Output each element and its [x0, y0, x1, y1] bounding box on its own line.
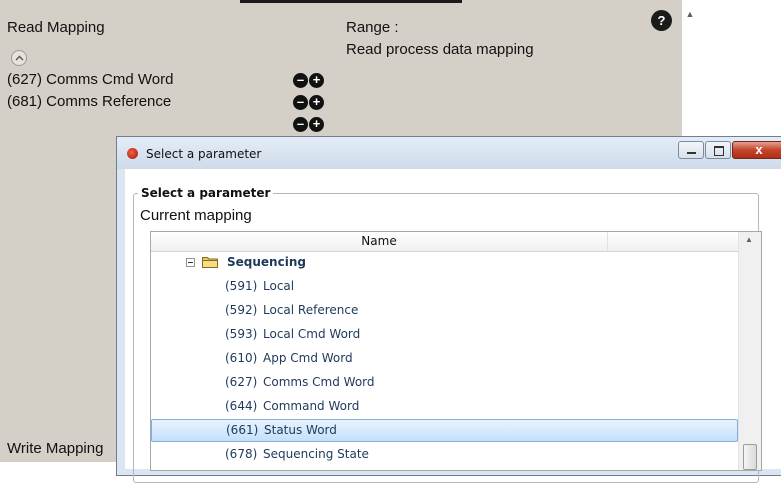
tree-folder-row[interactable]: Sequencing [151, 251, 738, 274]
app-icon [127, 148, 138, 159]
parameter-id: (678) [225, 447, 258, 461]
parameter-name: Command Word [263, 399, 360, 413]
minimize-button[interactable] [678, 141, 704, 159]
mapped-row-label: (681) Comms Reference [7, 93, 172, 110]
tree-item[interactable]: (627) Comms Cmd Word [151, 371, 738, 394]
panel-scroll-up-arrow[interactable]: ▲ [684, 8, 696, 20]
tree-item[interactable]: (610) App Cmd Word [151, 347, 738, 370]
minimize-icon [687, 152, 696, 154]
parameter-name: Status Word [264, 423, 337, 437]
add-row-button-plus-icon[interactable]: + [309, 73, 324, 88]
parameter-name: Local Cmd Word [263, 327, 361, 341]
parameter-name: Local [263, 279, 295, 293]
tree-scrollbar[interactable]: ▲ [738, 232, 761, 470]
dialog-title: Select a parameter [146, 147, 262, 161]
remove-row-button-minus-icon[interactable]: – [293, 95, 308, 110]
tree-item[interactable]: (644) Command Word [151, 395, 738, 418]
tree-item[interactable]: (678) Sequencing State [151, 443, 738, 466]
maximize-icon [714, 146, 724, 156]
parameter-name: Local Reference [263, 303, 359, 317]
folder-label: Sequencing [227, 255, 306, 269]
collapse-toggle-icon[interactable] [186, 258, 195, 267]
scroll-up-arrow-icon[interactable]: ▲ [745, 235, 753, 244]
column-header-name[interactable]: Name [151, 232, 608, 251]
current-mapping-label: Current mapping [140, 207, 252, 224]
collapse-chevron-up-icon[interactable] [11, 50, 27, 66]
tree-item[interactable]: (593) Local Cmd Word [151, 323, 738, 346]
write-mapping-title: Write Mapping [7, 440, 104, 457]
folder-icon [202, 257, 218, 268]
range-label: Range : [346, 19, 399, 36]
parameter-id: (644) [225, 399, 258, 413]
panel-top-divider [240, 0, 462, 3]
remove-row-button-minus-icon[interactable]: – [293, 73, 308, 88]
dialog-titlebar[interactable]: Select a parameter x [117, 137, 781, 169]
parameter-name: Comms Cmd Word [263, 375, 375, 389]
scroll-thumb[interactable] [743, 444, 757, 470]
tree-item[interactable]: (591) Local [151, 275, 738, 298]
help-icon[interactable]: ? [651, 10, 672, 31]
close-icon: x [755, 142, 763, 157]
parameter-name: Sequencing State [263, 447, 369, 461]
mapped-row-label: (627) Comms Cmd Word [7, 71, 174, 88]
parameter-id: (592) [225, 303, 258, 317]
groupbox-title: Select a parameter [138, 186, 274, 200]
read-mapping-title: Read Mapping [7, 19, 105, 36]
parameter-name: App Cmd Word [263, 351, 353, 365]
range-description: Read process data mapping [346, 41, 534, 58]
select-parameter-dialog: Select a parameter x Select a parameter … [116, 136, 781, 483]
tree-header: Name [151, 232, 738, 252]
parameter-id: (610) [225, 351, 258, 365]
close-button[interactable]: x [732, 141, 781, 159]
dialog-body: Select a parameter Current mapping Name … [125, 169, 781, 483]
parameter-tree[interactable]: Name Sequencing (591) Local (592) Local … [150, 231, 762, 471]
parameter-id: (591) [225, 279, 258, 293]
parameter-id: (593) [225, 327, 258, 341]
parameter-id: (661) [226, 423, 259, 437]
parameter-id: (627) [225, 375, 258, 389]
tree-item-selected[interactable]: (661) Status Word [151, 419, 738, 442]
remove-row-button-minus-icon[interactable]: – [293, 117, 308, 132]
maximize-button[interactable] [705, 141, 731, 159]
add-row-button-plus-icon[interactable]: + [309, 95, 324, 110]
tree-item[interactable]: (592) Local Reference [151, 299, 738, 322]
add-row-button-plus-icon[interactable]: + [309, 117, 324, 132]
